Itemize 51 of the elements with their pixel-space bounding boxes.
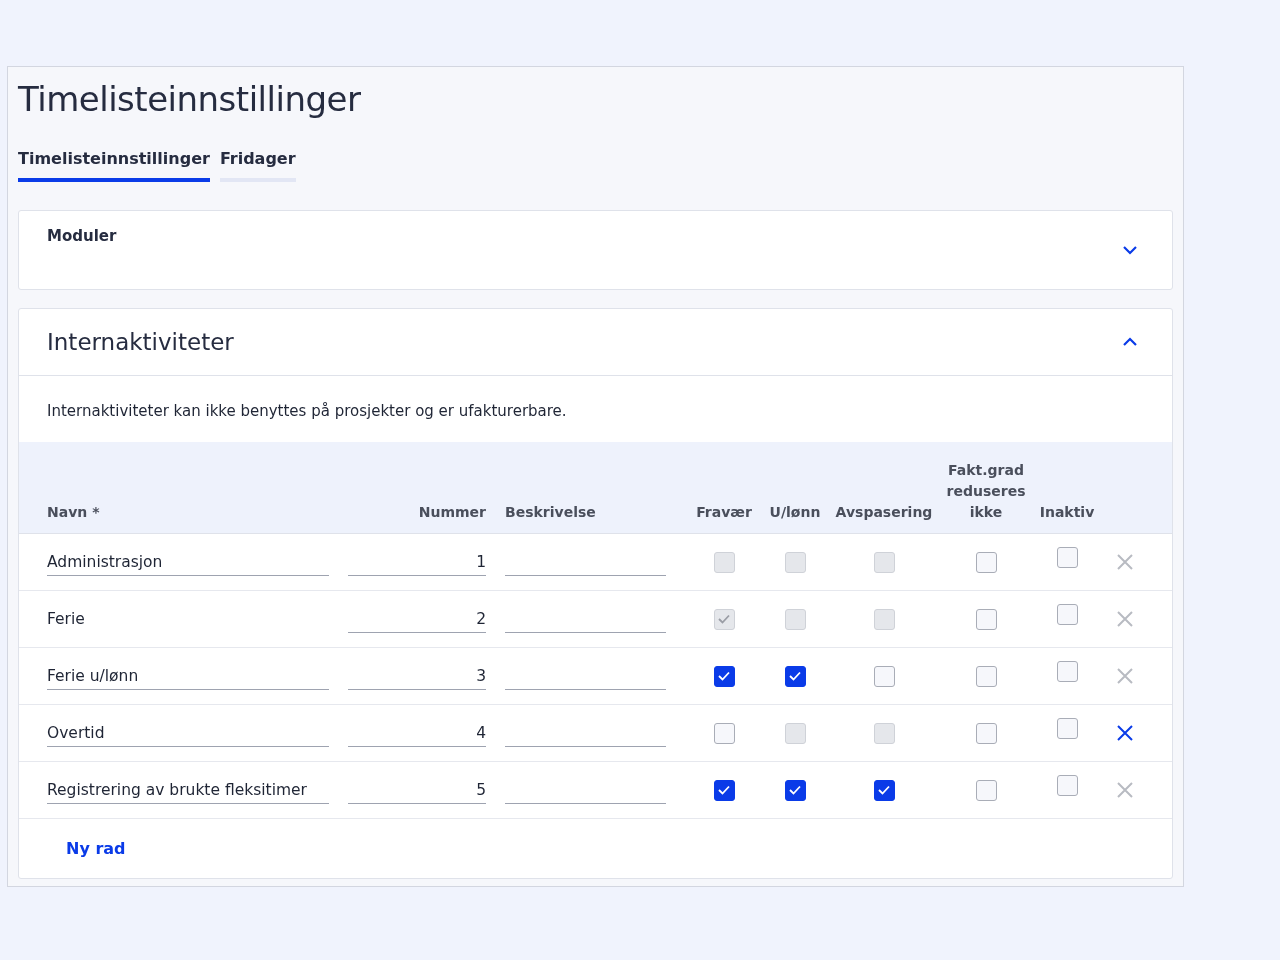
name-field[interactable]: Administrasjon: [47, 548, 329, 576]
add-row-link[interactable]: Ny rad: [66, 839, 126, 858]
column-header: Fravær: [695, 503, 753, 522]
checkbox[interactable]: [1056, 603, 1078, 625]
checkbox[interactable]: [713, 779, 735, 801]
number-field[interactable]: 2: [348, 605, 486, 633]
checkmark-icon: [789, 785, 801, 795]
checkbox[interactable]: [975, 722, 997, 744]
name-field[interactable]: Ferie u/lønn: [47, 662, 329, 690]
column-header: Inaktiv: [1038, 503, 1096, 522]
chevron-up-icon[interactable]: [1122, 337, 1138, 347]
checkbox[interactable]: [975, 551, 997, 573]
column-header: Nummer: [417, 503, 487, 522]
column-header: Avspasering: [834, 503, 934, 522]
checkbox[interactable]: [784, 779, 806, 801]
checkmark-icon: [789, 671, 801, 681]
checkbox[interactable]: [713, 722, 735, 744]
checkmark-icon: [718, 671, 730, 681]
close-icon[interactable]: [1116, 724, 1134, 742]
checkmark-icon: [878, 785, 890, 795]
section-title: Moduler: [47, 227, 117, 245]
checkbox[interactable]: [1056, 774, 1078, 796]
column-header: Navn *: [47, 503, 101, 522]
checkbox[interactable]: [873, 779, 895, 801]
checkbox[interactable]: [873, 665, 895, 687]
tab[interactable]: Timelisteinnstillinger: [18, 149, 210, 182]
number-field[interactable]: 4: [348, 719, 486, 747]
number-field[interactable]: 5: [348, 776, 486, 804]
number-field[interactable]: 3: [348, 662, 486, 690]
checkbox[interactable]: [975, 665, 997, 687]
tab[interactable]: Fridager: [219, 149, 296, 182]
checkbox[interactable]: [1056, 660, 1078, 682]
name-text: Ferie: [47, 608, 86, 630]
column-header: Beskrivelse: [505, 503, 597, 522]
checkbox[interactable]: [1056, 717, 1078, 739]
section-description: Internaktiviteter kan ikke benyttes på prosjekter og er ufakturerbare.: [46, 401, 568, 422]
checkbox[interactable]: [975, 779, 997, 801]
column-header: Fakt.grad reduseres ikke: [945, 461, 1027, 522]
checkmark-icon: [718, 614, 730, 624]
number-field[interactable]: 1: [348, 548, 486, 576]
checkbox[interactable]: [975, 608, 997, 630]
name-field[interactable]: Overtid: [47, 719, 329, 747]
checkmark-icon: [718, 785, 730, 795]
checkbox[interactable]: [784, 665, 806, 687]
name-field[interactable]: Registrering av brukte fleksitimer: [47, 776, 329, 804]
checkbox[interactable]: [713, 665, 735, 687]
column-header: U/lønn: [768, 503, 822, 522]
checkbox[interactable]: [1056, 546, 1078, 568]
chevron-down-icon[interactable]: [1122, 245, 1138, 255]
page-title: Timelisteinnstillinger: [18, 79, 362, 119]
section-title: Internaktiviteter: [47, 329, 234, 355]
